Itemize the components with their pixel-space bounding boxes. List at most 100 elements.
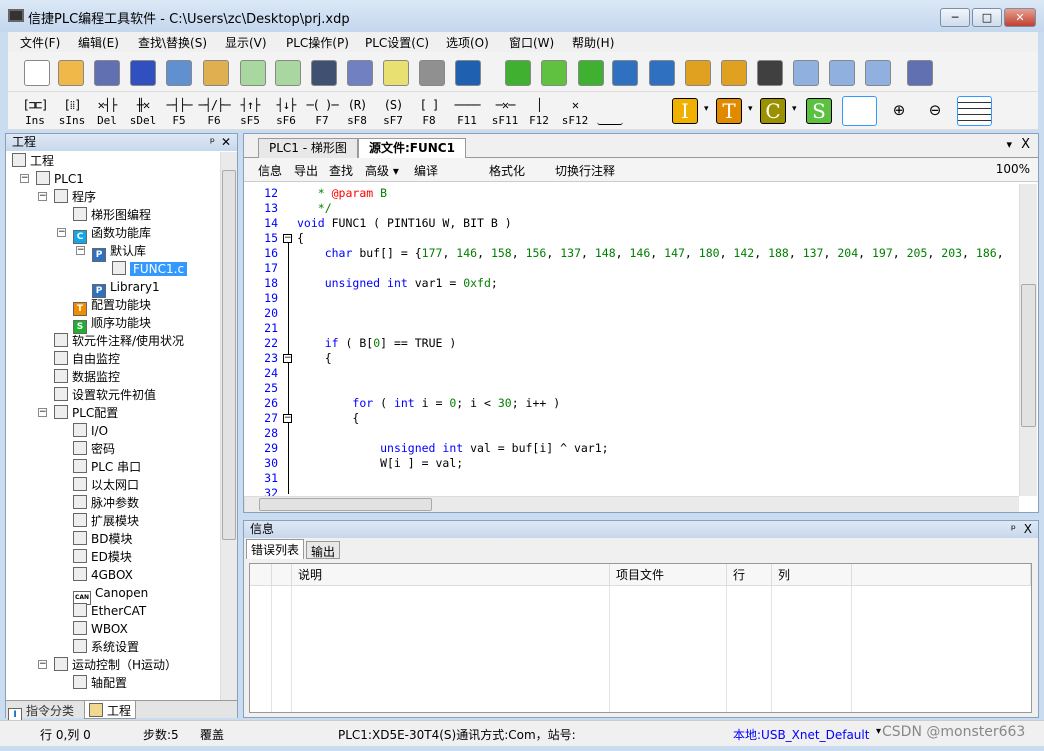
print-icon[interactable] [419,60,445,86]
zoom-in-icon[interactable]: ⊕ [886,101,912,127]
tree-item[interactable]: 4GBOX [73,566,133,584]
tree-item[interactable]: 数据监控 [54,368,120,386]
forward-arrow-icon[interactable] [275,60,301,86]
i-block-icon[interactable]: I [672,98,698,124]
close-icon[interactable]: ✕ [221,134,231,151]
column-header[interactable]: 项目文件 [610,564,727,586]
code-line[interactable]: void FUNC1 ( PINT16U W, BIT B ) [297,216,512,230]
s-block-icon[interactable]: S [806,98,832,124]
code-line[interactable]: unsigned int var1 = 0xfd; [297,276,498,290]
column-header[interactable]: 说明 [292,564,610,586]
ladder-tool-F8[interactable]: [ ] F8 [412,98,446,127]
code-line[interactable]: for ( int i = 0; i < 30; i++ ) [297,396,560,410]
code-line[interactable]: { [297,411,359,425]
tree-item[interactable]: − P 默认库 [76,242,146,262]
column-header[interactable] [272,564,292,586]
chevron-down-icon[interactable]: ▾ [704,104,709,114]
zoom-out-icon[interactable]: ⊖ [922,101,948,127]
code-line[interactable]: if ( B[0] == TRUE ) [297,336,457,350]
tree-item[interactable]: 以太网口 [73,476,139,494]
copy-icon[interactable] [166,60,192,86]
tree-item[interactable]: 系统设置 [73,638,139,656]
scrollbar-thumb[interactable] [222,170,236,540]
expander-icon[interactable]: − [38,660,47,669]
tree-item[interactable]: 密码 [73,440,115,458]
menu-8[interactable]: 帮助(H) [572,34,614,51]
tree-item[interactable]: P Library1 [92,278,160,298]
tree-item[interactable]: 工程 [12,152,54,170]
editor-vscrollbar[interactable] [1019,184,1037,496]
code-line[interactable]: unsigned int val = buf[i] ^ var1; [297,441,609,455]
maximize-button[interactable]: □ [972,8,1002,27]
menu-3[interactable]: 显示(V) [225,34,267,51]
expander-icon[interactable]: − [20,174,29,183]
lock-icon[interactable] [685,60,711,86]
ladder-tool-F12[interactable]: │ F12 [522,98,556,127]
editor-tool-3[interactable]: 高级 ▾ [365,162,399,179]
document-view-icon[interactable] [347,60,373,86]
column-header[interactable] [852,564,1031,586]
code-line[interactable]: { [297,231,304,245]
secure-download-icon[interactable] [541,60,567,86]
tree-item[interactable]: ED模块 [73,548,132,566]
ladder-tool-F6[interactable]: ─┤/├─ F6 [197,98,231,127]
tree-item[interactable]: S 顺序功能块 [73,314,151,334]
ladder-tool-Ins[interactable]: [⊐⊏] Ins [18,98,52,127]
new-file-icon[interactable] [24,60,50,86]
upload-icon[interactable] [578,60,604,86]
chevron-down-icon[interactable]: ▾ [748,104,753,114]
code-line[interactable]: */ [297,201,332,215]
code-line[interactable]: char buf[] = {177, 146, 158, 156, 137, 1… [297,246,1004,260]
tree-item[interactable]: 设置软元件初值 [54,386,156,404]
tab-ladder[interactable]: PLC1 - 梯形图 [258,138,358,158]
column-header[interactable] [250,564,272,586]
tab-output[interactable]: 输出 [306,541,341,559]
scrollbar-thumb[interactable] [259,498,432,511]
pin-icon[interactable]: ᵖ [1011,521,1016,538]
menu-1[interactable]: 编辑(E) [78,34,119,51]
tree-item[interactable]: BD模块 [73,530,132,548]
ladder-tool-sF11[interactable]: ─✕─ sF11 [488,98,522,127]
menu-7[interactable]: 窗口(W) [509,34,554,51]
fold-toggle-icon[interactable]: − [283,234,292,243]
tab-source-func1[interactable]: 源文件:FUNC1 [358,138,466,158]
ladder-tool-sDel[interactable]: ╫✕ sDel [126,98,160,127]
editor-tool-1[interactable]: 导出 [294,162,318,179]
expander-icon[interactable]: − [38,192,47,201]
comment-icon[interactable] [383,60,409,86]
serial-port-icon[interactable] [907,60,933,86]
cut-icon[interactable] [130,60,156,86]
monitor-doc-icon[interactable] [829,60,855,86]
tab-project[interactable]: 工程 [84,700,137,719]
c-block-icon[interactable]: C [760,98,786,124]
chevron-down-icon[interactable]: ▾ [876,726,881,737]
ladder-tool-sF6[interactable]: ┤↓├ sF6 [269,98,303,127]
tree-item[interactable]: − PLC配置 [38,404,118,422]
fold-toggle-icon[interactable]: − [283,414,292,423]
editor-tool-5[interactable]: 格式化 [489,162,525,179]
menu-6[interactable]: 选项(O) [446,34,489,51]
tree-item[interactable]: EtherCAT [73,602,146,620]
expander-icon[interactable]: − [76,246,85,255]
fit-width-icon[interactable] [842,96,877,126]
tree-item[interactable]: 梯形图编程 [73,206,151,224]
expander-icon[interactable]: − [38,408,47,417]
tree-item[interactable]: I/O [73,422,108,440]
connection-selector[interactable]: 本地:USB_Xnet_Default [733,726,869,743]
ladder-tool-sF5[interactable]: ┤↑├ sF5 [233,98,267,127]
ladder-tool-Del[interactable]: ✕┤├ Del [90,98,124,127]
tree-item[interactable]: 脉冲参数 [73,494,139,512]
tree-item[interactable]: 自由监控 [54,350,120,368]
ladder-tool-F5[interactable]: ─┤├─ F5 [162,98,196,127]
editor-tool-4[interactable]: 编译 [414,162,438,179]
code-line[interactable]: { [297,351,332,365]
tree-item[interactable]: PLC 串口 [73,458,141,476]
tab-menu-icon[interactable]: ▾ [1006,138,1012,151]
stop-icon[interactable] [649,60,675,86]
tree-item[interactable]: 扩展模块 [73,512,139,530]
ladder-tool-sF8[interactable]: (R) sF8 [340,98,374,127]
ladder-icon[interactable] [757,60,783,86]
tree-item[interactable]: − PLC1 [20,170,84,188]
tree-item[interactable]: − 运动控制（H运动） [38,656,177,674]
code-line[interactable]: * @param B [297,186,387,200]
